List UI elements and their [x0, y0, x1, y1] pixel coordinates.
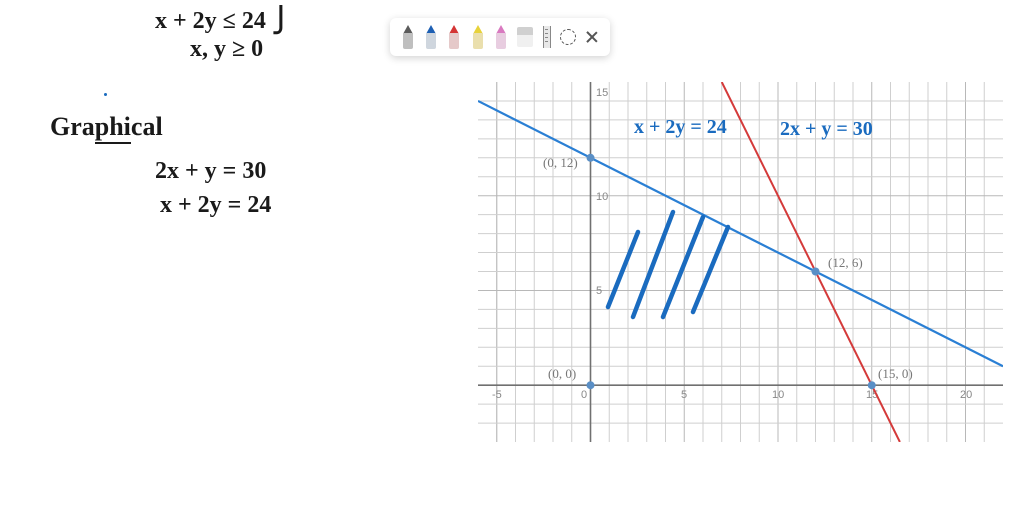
pen-blue[interactable]	[424, 25, 438, 49]
tick-x-10: 10	[772, 389, 784, 401]
graph-svg[interactable]: -5 0 5 10 15 20 5 10 15 (0, 12) (12, 6) …	[478, 82, 1003, 442]
pen-yellow[interactable]	[471, 25, 485, 49]
tick-x--5: -5	[492, 389, 502, 401]
point-0-0[interactable]	[587, 381, 595, 389]
tick-x-20: 20	[960, 389, 972, 401]
pen-black[interactable]	[401, 25, 415, 49]
point-12-6[interactable]	[812, 268, 820, 276]
lasso-select-icon[interactable]	[560, 29, 576, 45]
tick-y-15: 15	[596, 87, 608, 99]
tick-x-0: 0	[581, 389, 587, 401]
pen-toolbar	[390, 18, 610, 56]
tick-x-5: 5	[681, 389, 687, 401]
annotation-blue-line: x + 2y = 24	[634, 116, 727, 139]
point-0-0-label: (0, 0)	[548, 366, 576, 381]
grid	[478, 82, 1003, 442]
pen-pink[interactable]	[494, 25, 508, 49]
close-icon[interactable]	[585, 30, 599, 44]
point-15-0-label: (15, 0)	[878, 366, 913, 381]
point-12-6-label: (12, 6)	[828, 255, 863, 270]
heading-graphical: Graphical	[50, 112, 163, 142]
ruler-icon[interactable]	[543, 26, 551, 48]
constraint-1-text: x + 2y ≤ 24 ⎭	[155, 6, 290, 35]
graph-panel: -5 0 5 10 15 20 5 10 15 (0, 12) (12, 6) …	[478, 82, 1003, 442]
feasible-hatch	[608, 212, 728, 317]
equation-1-text: 2x + y = 30	[155, 158, 266, 185]
equation-2-text: x + 2y = 24	[160, 192, 271, 219]
point-15-0[interactable]	[868, 381, 876, 389]
ink-dot	[104, 93, 107, 96]
point-0-12[interactable]	[587, 154, 595, 162]
point-0-12-label: (0, 12)	[543, 155, 578, 170]
annotation-red-line: 2x + y = 30	[780, 118, 873, 141]
constraint-2-text: x, y ≥ 0	[190, 36, 263, 63]
pen-red[interactable]	[447, 25, 461, 49]
eraser-icon[interactable]	[517, 27, 533, 47]
tick-y-10: 10	[596, 191, 608, 203]
tick-y-5: 5	[596, 285, 602, 297]
